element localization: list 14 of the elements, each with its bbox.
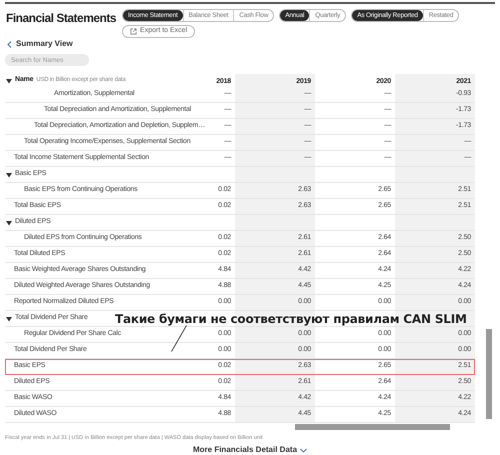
expand-toggle-icon[interactable] bbox=[6, 316, 12, 322]
scrollbar-thumb[interactable] bbox=[295, 424, 450, 430]
expand-toggle-icon[interactable] bbox=[6, 172, 12, 178]
external-link-icon bbox=[130, 28, 138, 35]
leader-line bbox=[171, 325, 187, 352]
more-link[interactable]: More Financials Detail Data bbox=[192, 444, 308, 455]
expand-toggle-icon[interactable] bbox=[6, 78, 12, 84]
back-link[interactable]: Summary View bbox=[0, 39, 73, 49]
expand-toggle-icon[interactable] bbox=[6, 220, 12, 226]
page-title: Financial Statements bbox=[6, 10, 116, 27]
chevron-down-icon bbox=[300, 448, 308, 453]
scrollbar-thumb[interactable] bbox=[486, 329, 492, 419]
annotation: Такие бумаги не соответствуют правилам CAN SLIM bbox=[115, 311, 475, 326]
chevron-left-icon bbox=[7, 40, 12, 48]
